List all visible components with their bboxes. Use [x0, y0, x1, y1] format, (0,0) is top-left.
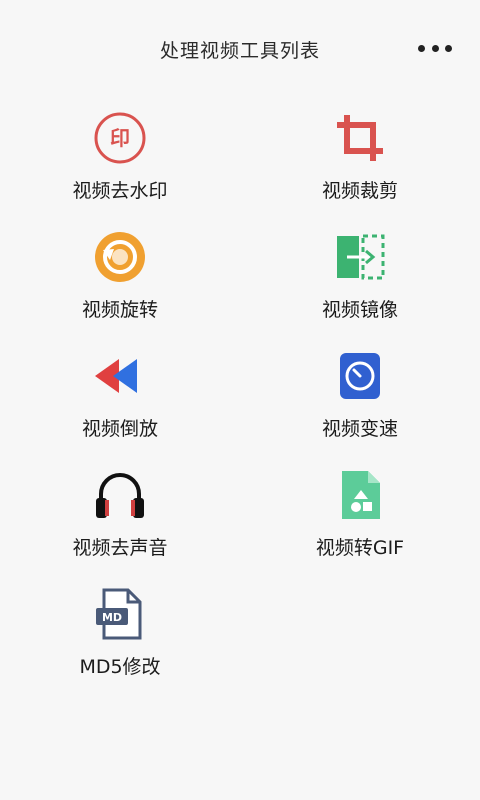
rewind-icon [92, 348, 148, 404]
tool-label: 视频变速 [321, 418, 398, 440]
tool-label: 视频去水印 [72, 180, 168, 202]
md-file-icon: MD [92, 586, 148, 642]
svg-text:MD: MD [102, 611, 122, 624]
more-dot-icon [445, 44, 452, 52]
tool-label: 视频裁剪 [321, 180, 398, 202]
tool-label: MD5修改 [79, 656, 161, 678]
watermark-icon: 印 [92, 110, 148, 166]
tool-remove-audio[interactable]: 视频去声音 [0, 457, 240, 576]
tool-row: 视频倒放 视频变速 [0, 338, 480, 457]
tool-speed[interactable]: 视频变速 [240, 338, 480, 457]
tool-row: MD MD5修改 [0, 576, 480, 695]
header: 处理视频工具列表 [0, 0, 480, 100]
speed-icon [332, 348, 388, 404]
rotate-icon [92, 229, 148, 285]
gif-file-icon [332, 467, 388, 523]
mirror-icon [332, 229, 388, 285]
more-dot-icon [418, 44, 425, 52]
page: 处理视频工具列表 印 视频去水印 视频裁剪 视频旋转 视频镜像 视频倒放 视频变… [0, 0, 480, 800]
tool-reverse[interactable]: 视频倒放 [0, 338, 240, 457]
tool-to-gif[interactable]: 视频转GIF [240, 457, 480, 576]
tool-grid: 印 视频去水印 视频裁剪 视频旋转 视频镜像 视频倒放 视频变速 视频去声音 视… [0, 100, 480, 695]
tool-label: 视频镜像 [321, 299, 398, 321]
page-title: 处理视频工具列表 [159, 40, 320, 62]
tool-label: 视频去声音 [72, 537, 168, 559]
tool-rotate[interactable]: 视频旋转 [0, 219, 240, 338]
tool-mirror[interactable]: 视频镜像 [240, 219, 480, 338]
headphones-icon [92, 467, 148, 523]
tool-row: 印 视频去水印 视频裁剪 [0, 100, 480, 219]
tool-md5-modify[interactable]: MD MD5修改 [0, 576, 240, 695]
tool-label: 视频倒放 [81, 418, 158, 440]
tool-remove-watermark[interactable]: 印 视频去水印 [0, 100, 240, 219]
crop-icon [332, 110, 388, 166]
tool-label: 视频转GIF [315, 537, 405, 559]
tool-row: 视频旋转 视频镜像 [0, 219, 480, 338]
tool-row: 视频去声音 视频转GIF [0, 457, 480, 576]
more-dot-icon [431, 44, 439, 52]
tool-label: 视频旋转 [81, 299, 158, 321]
svg-text:印: 印 [110, 126, 130, 150]
more-menu-button[interactable] [418, 36, 452, 60]
tool-crop[interactable]: 视频裁剪 [240, 100, 480, 219]
